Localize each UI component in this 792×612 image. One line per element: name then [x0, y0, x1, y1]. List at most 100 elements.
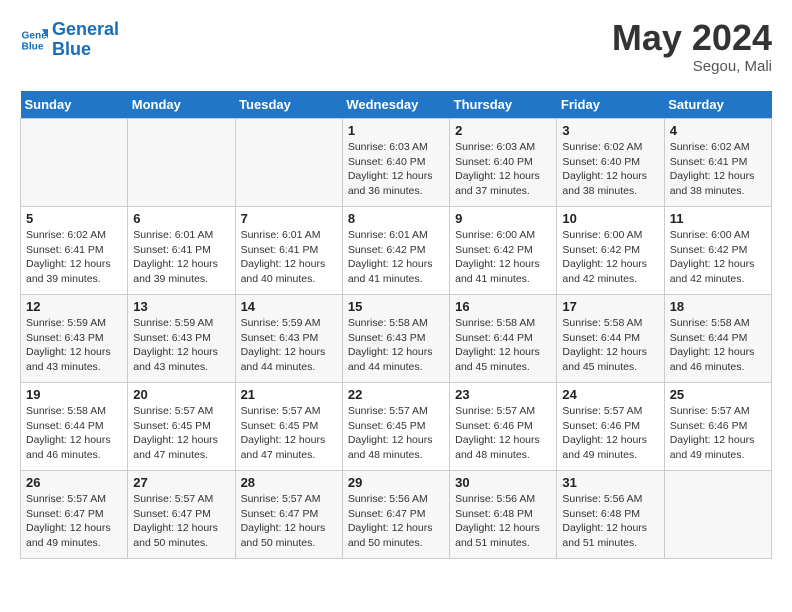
calendar-week-4: 19 Sunrise: 5:58 AM Sunset: 6:44 PM Dayli… — [21, 383, 772, 471]
month-title: May 2024 — [612, 20, 772, 56]
day-number: 6 — [133, 211, 229, 226]
calendar-cell: 27Sunrise: 5:57 AM Sunset: 6:47 PM Dayli… — [128, 471, 235, 559]
day-info: Sunrise: 5:57 AM Sunset: 6:45 PM Dayligh… — [133, 404, 229, 463]
calendar-week-2: 5 Sunrise: 6:02 AM Sunset: 6:41 PM Daylig… — [21, 207, 772, 295]
day-number: 3 — [562, 123, 658, 138]
day-number: 12 — [26, 299, 122, 314]
logo-line1: General — [52, 19, 119, 39]
day-number: 30 — [455, 475, 551, 490]
day-number: 17 — [562, 299, 658, 314]
day-info: Sunrise: 5:57 AM Sunset: 6:47 PM Dayligh… — [26, 492, 122, 551]
weekday-header-thursday: Thursday — [450, 91, 557, 119]
calendar-cell: 17 Sunrise: 5:58 AM Sunset: 6:44 PM Dayli… — [557, 295, 664, 383]
day-number: 8 — [348, 211, 444, 226]
calendar-cell: 31 Sunrise: 5:56 AM Sunset: 6:48 PM Dayli… — [557, 471, 664, 559]
calendar-week-5: 26 Sunrise: 5:57 AM Sunset: 6:47 PM Dayli… — [21, 471, 772, 559]
calendar-header: SundayMondayTuesdayWednesdayThursdayFrid… — [21, 91, 772, 119]
calendar-cell: 25 Sunrise: 5:57 AM Sunset: 6:46 PM Dayli… — [664, 383, 771, 471]
day-info: Sunrise: 6:02 AM Sunset: 6:41 PM Dayligh… — [26, 228, 122, 287]
day-info: Sunrise: 5:57 AM Sunset: 6:47 PM Dayligh… — [241, 492, 337, 551]
calendar-cell: 13 Sunrise: 5:59 AM Sunset: 6:43 PM Dayli… — [128, 295, 235, 383]
calendar-cell: 4 Sunrise: 6:02 AM Sunset: 6:41 PM Daylig… — [664, 119, 771, 207]
weekday-header-saturday: Saturday — [664, 91, 771, 119]
calendar-cell — [21, 119, 128, 207]
calendar-cell: 29Sunrise: 5:56 AM Sunset: 6:47 PM Dayli… — [342, 471, 449, 559]
calendar-cell — [235, 119, 342, 207]
calendar-cell: 11 Sunrise: 6:00 AM Sunset: 6:42 PM Dayli… — [664, 207, 771, 295]
day-info: Sunrise: 5:59 AM Sunset: 6:43 PM Dayligh… — [133, 316, 229, 375]
weekday-header-row: SundayMondayTuesdayWednesdayThursdayFrid… — [21, 91, 772, 119]
day-number: 4 — [670, 123, 766, 138]
day-number: 5 — [26, 211, 122, 226]
svg-text:Blue: Blue — [22, 41, 44, 52]
day-info: Sunrise: 5:58 AM Sunset: 6:44 PM Dayligh… — [455, 316, 551, 375]
title-block: May 2024 Segou, Mali — [612, 20, 772, 75]
day-info: Sunrise: 5:58 AM Sunset: 6:44 PM Dayligh… — [26, 404, 122, 463]
day-number: 31 — [562, 475, 658, 490]
calendar-cell — [664, 471, 771, 559]
day-info: Sunrise: 5:58 AM Sunset: 6:44 PM Dayligh… — [670, 316, 766, 375]
weekday-header-sunday: Sunday — [21, 91, 128, 119]
calendar-cell: 14 Sunrise: 5:59 AM Sunset: 6:43 PM Dayli… — [235, 295, 342, 383]
day-info: Sunrise: 6:02 AM Sunset: 6:41 PM Dayligh… — [670, 140, 766, 199]
day-number: 15 — [348, 299, 444, 314]
day-number: 14 — [241, 299, 337, 314]
calendar-cell: 16Sunrise: 5:58 AM Sunset: 6:44 PM Dayli… — [450, 295, 557, 383]
day-number: 25 — [670, 387, 766, 402]
day-number: 19 — [26, 387, 122, 402]
day-number: 1 — [348, 123, 444, 138]
day-info: Sunrise: 6:01 AM Sunset: 6:42 PM Dayligh… — [348, 228, 444, 287]
day-number: 11 — [670, 211, 766, 226]
day-info: Sunrise: 6:03 AM Sunset: 6:40 PM Dayligh… — [348, 140, 444, 199]
day-number: 9 — [455, 211, 551, 226]
calendar-cell: 7 Sunrise: 6:01 AM Sunset: 6:41 PM Daylig… — [235, 207, 342, 295]
day-number: 29 — [348, 475, 444, 490]
page-header: General Blue General Blue May 2024 Segou… — [20, 20, 772, 75]
day-info: Sunrise: 5:57 AM Sunset: 6:46 PM Dayligh… — [562, 404, 658, 463]
calendar-body: 1 Sunrise: 6:03 AM Sunset: 6:40 PM Daylig… — [21, 119, 772, 559]
calendar-cell: 21Sunrise: 5:57 AM Sunset: 6:45 PM Dayli… — [235, 383, 342, 471]
day-number: 20 — [133, 387, 229, 402]
day-number: 22 — [348, 387, 444, 402]
day-info: Sunrise: 5:57 AM Sunset: 6:47 PM Dayligh… — [133, 492, 229, 551]
day-number: 2 — [455, 123, 551, 138]
day-number: 7 — [241, 211, 337, 226]
calendar-cell: 9 Sunrise: 6:00 AM Sunset: 6:42 PM Daylig… — [450, 207, 557, 295]
calendar-cell: 3Sunrise: 6:02 AM Sunset: 6:40 PM Daylig… — [557, 119, 664, 207]
day-info: Sunrise: 6:00 AM Sunset: 6:42 PM Dayligh… — [455, 228, 551, 287]
day-number: 18 — [670, 299, 766, 314]
calendar-cell: 8 Sunrise: 6:01 AM Sunset: 6:42 PM Daylig… — [342, 207, 449, 295]
day-info: Sunrise: 5:59 AM Sunset: 6:43 PM Dayligh… — [241, 316, 337, 375]
weekday-header-wednesday: Wednesday — [342, 91, 449, 119]
calendar-cell: 18 Sunrise: 5:58 AM Sunset: 6:44 PM Dayli… — [664, 295, 771, 383]
calendar-cell: 1 Sunrise: 6:03 AM Sunset: 6:40 PM Daylig… — [342, 119, 449, 207]
day-info: Sunrise: 6:00 AM Sunset: 6:42 PM Dayligh… — [562, 228, 658, 287]
calendar-cell: 24Sunrise: 5:57 AM Sunset: 6:46 PM Dayli… — [557, 383, 664, 471]
calendar-cell: 20 Sunrise: 5:57 AM Sunset: 6:45 PM Dayli… — [128, 383, 235, 471]
calendar-cell: 19 Sunrise: 5:58 AM Sunset: 6:44 PM Dayli… — [21, 383, 128, 471]
calendar-cell: 6 Sunrise: 6:01 AM Sunset: 6:41 PM Daylig… — [128, 207, 235, 295]
calendar-table: SundayMondayTuesdayWednesdayThursdayFrid… — [20, 91, 772, 559]
logo-text: General Blue — [52, 20, 119, 60]
calendar-cell: 10 Sunrise: 6:00 AM Sunset: 6:42 PM Dayli… — [557, 207, 664, 295]
location: Segou, Mali — [612, 58, 772, 75]
calendar-cell: 30Sunrise: 5:56 AM Sunset: 6:48 PM Dayli… — [450, 471, 557, 559]
day-info: Sunrise: 5:58 AM Sunset: 6:44 PM Dayligh… — [562, 316, 658, 375]
calendar-cell: 26 Sunrise: 5:57 AM Sunset: 6:47 PM Dayli… — [21, 471, 128, 559]
day-number: 26 — [26, 475, 122, 490]
day-info: Sunrise: 5:57 AM Sunset: 6:46 PM Dayligh… — [670, 404, 766, 463]
day-info: Sunrise: 5:56 AM Sunset: 6:48 PM Dayligh… — [562, 492, 658, 551]
calendar-cell: 23Sunrise: 5:57 AM Sunset: 6:46 PM Dayli… — [450, 383, 557, 471]
day-number: 28 — [241, 475, 337, 490]
calendar-cell: 5 Sunrise: 6:02 AM Sunset: 6:41 PM Daylig… — [21, 207, 128, 295]
calendar-cell: 28 Sunrise: 5:57 AM Sunset: 6:47 PM Dayli… — [235, 471, 342, 559]
day-info: Sunrise: 6:01 AM Sunset: 6:41 PM Dayligh… — [241, 228, 337, 287]
day-info: Sunrise: 6:00 AM Sunset: 6:42 PM Dayligh… — [670, 228, 766, 287]
weekday-header-tuesday: Tuesday — [235, 91, 342, 119]
day-number: 10 — [562, 211, 658, 226]
day-info: Sunrise: 5:59 AM Sunset: 6:43 PM Dayligh… — [26, 316, 122, 375]
day-info: Sunrise: 5:58 AM Sunset: 6:43 PM Dayligh… — [348, 316, 444, 375]
weekday-header-friday: Friday — [557, 91, 664, 119]
day-info: Sunrise: 6:01 AM Sunset: 6:41 PM Dayligh… — [133, 228, 229, 287]
day-number: 13 — [133, 299, 229, 314]
